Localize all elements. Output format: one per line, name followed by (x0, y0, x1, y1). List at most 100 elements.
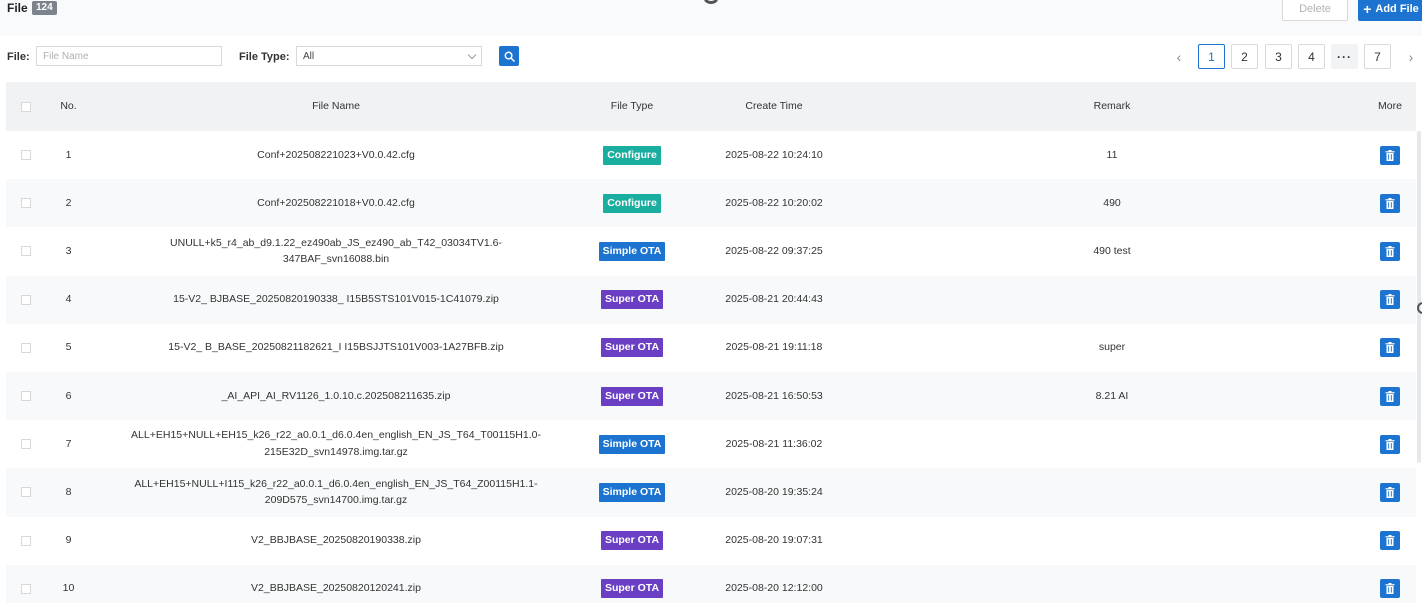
row-checkbox[interactable] (21, 583, 31, 594)
row-select-cell (6, 565, 46, 603)
row-remark: super (1098, 341, 1126, 354)
file-type-tag: Simple OTA (598, 434, 666, 454)
trash-icon (1385, 294, 1395, 306)
page-button-1[interactable]: 1 (1198, 44, 1225, 69)
row-no: 4 (65, 293, 72, 306)
row-checkbox[interactable] (21, 487, 31, 498)
delete-label: Delete (1299, 3, 1331, 15)
row-file-type-cell: Configure (582, 179, 682, 227)
row-checkbox[interactable] (21, 535, 31, 546)
trash-icon (1385, 535, 1395, 547)
search-button[interactable] (499, 46, 519, 66)
row-file-type-cell: Super OTA (582, 276, 682, 324)
row-create-time: 2025-08-22 10:24:10 (725, 148, 823, 161)
page-button-3[interactable]: 3 (1265, 44, 1292, 69)
delete-row-button[interactable] (1380, 579, 1400, 599)
delete-row-button[interactable] (1380, 338, 1400, 358)
table-row: 7 ALL+EH15+NULL+EH15_k26_r22_a0.0.1_d6.0… (6, 420, 1416, 468)
row-select-cell (6, 468, 46, 516)
vertical-scrollbar[interactable] (1417, 131, 1421, 463)
row-remark (1012, 468, 1212, 516)
file-type-tag: Super OTA (600, 386, 664, 406)
row-remark (1012, 565, 1212, 603)
row-file-name: V2_BBJBASE_20250820190338.zip (251, 534, 421, 547)
table-header: No. File Name File Type Create Time Rema… (6, 82, 1416, 131)
table-row: 1 Conf+202508221023+V0.0.42.cfg Configur… (6, 131, 1416, 179)
row-no: 7 (65, 437, 72, 450)
row-checkbox[interactable] (21, 391, 31, 402)
col-file-name: File Name (312, 100, 360, 113)
row-more-cell (1364, 420, 1416, 468)
row-remark (1012, 517, 1212, 565)
delete-row-button[interactable] (1380, 386, 1400, 406)
row-checkbox[interactable] (21, 246, 31, 257)
file-type-select[interactable]: All (296, 46, 482, 66)
delete-button[interactable]: Delete (1282, 0, 1348, 21)
page-button-2[interactable]: 2 (1231, 44, 1258, 69)
trash-icon (1385, 342, 1395, 354)
row-more-cell (1364, 565, 1416, 603)
file-count-badge: 124 (32, 1, 57, 15)
delete-row-button[interactable] (1380, 290, 1400, 310)
row-create-time: 2025-08-22 09:37:25 (725, 245, 823, 258)
row-checkbox[interactable] (21, 342, 31, 353)
page-ellipsis[interactable]: ··· (1331, 44, 1358, 69)
row-remark: 490 test (1093, 245, 1131, 258)
row-select-cell (6, 517, 46, 565)
trash-icon (1385, 583, 1395, 595)
prev-page-button[interactable]: ‹ (1172, 44, 1186, 69)
file-type-tag: Simple OTA (598, 241, 666, 261)
file-type-tag: Super OTA (600, 579, 664, 599)
next-page-button[interactable]: › (1404, 44, 1418, 69)
row-remark (1012, 276, 1212, 324)
row-checkbox[interactable] (21, 439, 31, 450)
table-row: 5 15-V2_ B_BASE_20250821182621_I I15BSJJ… (6, 324, 1416, 372)
delete-row-button[interactable] (1380, 482, 1400, 502)
row-create-time: 2025-08-20 19:07:31 (725, 534, 823, 547)
row-no: 5 (65, 341, 72, 354)
page-button-last[interactable]: 7 (1364, 44, 1391, 69)
file-table: No. File Name File Type Create Time Rema… (6, 82, 1416, 603)
delete-row-button[interactable] (1380, 434, 1400, 454)
row-more-cell (1364, 131, 1416, 179)
row-file-name: UNULL+k5_r4_ab_d9.1.22_ez490ab_JS_ez490_… (170, 236, 502, 266)
delete-row-button[interactable] (1380, 241, 1400, 261)
row-file-name: _AI_API_AI_RV1126_1.0.10.c.202508211635.… (221, 389, 451, 402)
delete-row-button[interactable] (1380, 145, 1400, 165)
row-file-name: Conf+202508221023+V0.0.42.cfg (257, 148, 415, 161)
select-all-checkbox[interactable] (21, 101, 31, 112)
row-file-type-cell: Simple OTA (582, 468, 682, 516)
trash-icon (1385, 438, 1395, 450)
col-no: No. (60, 100, 77, 113)
row-no: 1 (65, 148, 72, 161)
row-file-type-cell: Super OTA (582, 517, 682, 565)
row-select-cell (6, 276, 46, 324)
page-button-4[interactable]: 4 (1298, 44, 1325, 69)
row-file-type-cell: Super OTA (582, 324, 682, 372)
delete-row-button[interactable] (1380, 193, 1400, 213)
col-create-time: Create Time (745, 100, 803, 113)
plus-icon: + (1363, 1, 1372, 17)
row-checkbox[interactable] (21, 150, 31, 161)
row-checkbox[interactable] (21, 198, 31, 209)
row-select-cell (6, 179, 46, 227)
row-more-cell (1364, 468, 1416, 516)
row-no: 3 (65, 245, 72, 258)
row-remark (1012, 420, 1212, 468)
table-row: 8 ALL+EH15+NULL+I115_k26_r22_a0.0.1_d6.0… (6, 468, 1416, 517)
delete-row-button[interactable] (1380, 531, 1400, 551)
col-file-type: File Type (610, 100, 654, 113)
table-row: 2 Conf+202508221018+V0.0.42.cfg Configur… (6, 179, 1416, 228)
file-type-tag: Super OTA (600, 531, 664, 551)
file-name-input[interactable] (36, 46, 222, 66)
row-create-time: 2025-08-20 12:12:00 (725, 582, 823, 595)
table-row: 6 _AI_API_AI_RV1126_1.0.10.c.20250821163… (6, 371, 1416, 421)
add-file-button[interactable]: + Add File (1358, 0, 1422, 21)
row-remark: 11 (1106, 148, 1118, 161)
row-file-name: V2_BBJBASE_20250820120241.zip (251, 582, 421, 595)
col-remark: Remark (1093, 100, 1131, 113)
row-create-time: 2025-08-21 19:11:18 (725, 341, 823, 354)
row-checkbox[interactable] (21, 294, 31, 305)
row-no: 8 (65, 486, 72, 498)
row-file-name: ALL+EH15+NULL+EH15_k26_r22_a0.0.1_d6.0.4… (131, 429, 541, 459)
